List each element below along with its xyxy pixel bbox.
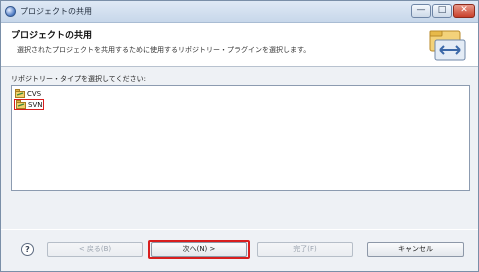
repository-type-list[interactable]: CVS SVN [11, 85, 470, 191]
repository-item-label: CVS [27, 89, 42, 98]
minimize-button[interactable]: — [411, 4, 431, 18]
repository-item-cvs[interactable]: CVS [15, 88, 41, 99]
share-project-banner-icon [429, 30, 466, 61]
wizard-header: プロジェクトの共用 選択されたプロジェクトを共用するために使用するリポジトリー・… [1, 23, 478, 67]
close-button[interactable]: ✕ [453, 4, 475, 18]
next-button[interactable]: 次へ(N) > [151, 242, 247, 257]
maximize-button[interactable]: □ [432, 4, 452, 18]
page-description: 選択されたプロジェクトを共用するために使用するリポジトリー・プラグインを選択しま… [17, 46, 311, 54]
title-bar[interactable]: プロジェクトの共用 — □ ✕ [1, 1, 478, 23]
cancel-button[interactable]: キャンセル [367, 242, 464, 257]
repository-item-svn[interactable]: SVN [14, 99, 45, 110]
back-button[interactable]: < 戻る(B) [47, 242, 143, 257]
repository-item-label: SVN [28, 100, 43, 109]
share-project-dialog: プロジェクトの共用 — □ ✕ プロジェクトの共用 選択されたプロジェクトを共用… [0, 0, 479, 272]
page-title: プロジェクトの共用 [11, 31, 93, 41]
footer-divider [1, 229, 478, 230]
app-icon [5, 6, 16, 17]
help-icon[interactable]: ? [21, 243, 34, 256]
repository-icon [15, 89, 25, 98]
window-title: プロジェクトの共用 [20, 7, 92, 16]
repository-icon [16, 100, 26, 109]
repository-type-label: リポジトリー・タイプを選択してください: [11, 75, 146, 83]
finish-button[interactable]: 完了(F) [257, 242, 353, 257]
